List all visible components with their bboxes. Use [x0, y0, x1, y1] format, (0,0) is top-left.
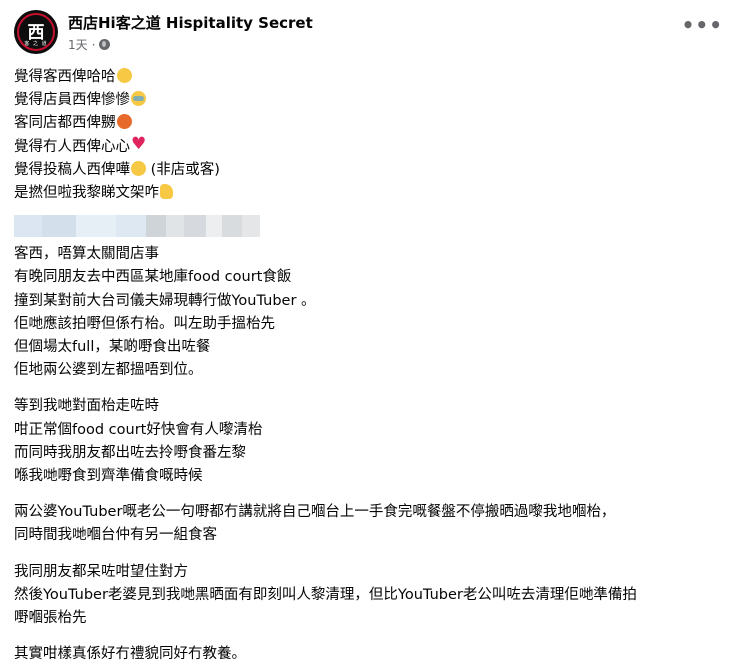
post-text-line: 佢地兩公婆到左都搵唔到位。: [14, 362, 203, 379]
avatar-logo-mark: 西: [27, 22, 45, 43]
post-line-1: 覺得客西俾哈哈: [14, 66, 737, 89]
post-text-line: 但個場太full，某啲嘢食出咗餐: [14, 339, 211, 356]
post-line-3: 客同店都西俾嬲: [14, 112, 737, 135]
paragraph-3: 兩公婆YouTuber嘅老公一句嘢都冇講就將自己嗰台上一手食完嘅餐盤不停搬晒過嚟…: [14, 501, 737, 547]
post-line-2: 覺得店員西俾慘慘: [14, 89, 737, 112]
globe-icon[interactable]: [99, 39, 111, 50]
page-name-link[interactable]: 西店Hi客之道 Hispitality Secret: [68, 14, 313, 33]
angry-emoji-icon: [116, 114, 132, 130]
meta-separator: ·: [91, 37, 96, 52]
post-text-line: 我同朋友都呆咗咁望住對方: [14, 563, 188, 580]
post-timestamp[interactable]: 1天: [68, 36, 88, 53]
thumbs-up-emoji-icon: [160, 184, 173, 200]
post-text-line: 有晚同朋友去中西區某地庫food court食飯: [14, 269, 292, 286]
page-avatar[interactable]: 西 客 之 道: [14, 10, 58, 54]
post-text-line: 然後YouTuber老婆見到我哋黑晒面有即刻叫人黎清理，但比YouTuber老公…: [14, 586, 637, 603]
post-meta: 1天 ·: [68, 36, 313, 53]
facebook-post: 西 客 之 道 西店Hi客之道 Hispitality Secret 1天 · …: [0, 0, 751, 662]
post-line-note: (非店或客): [150, 161, 220, 178]
post-line-text: 覺得冇人西俾心心: [14, 138, 130, 155]
post-text-line: 等到我哋對面枱走咗時: [14, 398, 159, 415]
pixelated-redaction: [14, 215, 737, 238]
paragraph-5: 其實咁樣真係好冇禮貌同好冇教養。: [14, 643, 737, 666]
post-body: 覺得客西俾哈哈 覺得店員西俾慘慘 客同店都西俾嬲 覺得冇人西俾心心 覺得投稿人西…: [14, 66, 737, 666]
post-line-text: 覺得店員西俾慘慘: [14, 92, 130, 109]
post-line-text: 覺得客西俾哈哈: [14, 69, 116, 85]
paragraph-4: 我同朋友都呆咗咁望住對方然後YouTuber老婆見到我哋黑晒面有即刻叫人黎清理，…: [14, 561, 737, 631]
post-line-text: 客同店都西俾嬲: [14, 115, 116, 132]
post-text-line: 咁正常個food court好快會有人嚟清枱: [14, 421, 263, 438]
post-text-line: 佢哋應該拍嘢但係冇枱。叫左助手搵枱先: [14, 315, 275, 332]
post-line-6: 是撚但啦我黎睇文架咋: [14, 182, 737, 205]
post-text-line: 而同時我朋友都出咗去拎嘢食番左黎: [14, 444, 246, 461]
post-text-line: 兩公婆YouTuber嘅老公一句嘢都冇講就將自己嗰台上一手食完嘅餐盤不停搬晒過嚟…: [14, 504, 616, 521]
heart-emoji-icon: [131, 133, 146, 156]
laughing-emoji-icon: [116, 68, 132, 83]
post-header: 西 客 之 道 西店Hi客之道 Hispitality Secret 1天 ·: [14, 10, 737, 66]
post-line-text: 覺得投稿人西俾嘩: [14, 161, 130, 178]
paragraph-2: 等到我哋對面枱走咗時咁正常個food court好快會有人嚟清枱 而同時我朋友都出…: [14, 395, 737, 488]
post-line-text: 是撚但啦我黎睇文架咋: [14, 185, 159, 202]
post-text-line: 喺我哋嘢食到齊準備食嘅時候: [14, 468, 203, 485]
header-text: 西店Hi客之道 Hispitality Secret 1天 ·: [68, 10, 313, 53]
surprised-emoji-icon: [131, 160, 146, 176]
post-text-line: 撞到某對前大台司儀夫婦現轉行做YouTuber 。: [14, 292, 316, 309]
paragraph-1: 客西，唔算太關間店事有晚同朋友去中西區某地庫food court食飯撞到某對前大…: [14, 243, 737, 382]
post-text-line: 嘢嗰張枱先: [14, 610, 87, 627]
avatar-logo-small-text: 客 之 道: [24, 41, 48, 47]
post-line-4: 覺得冇人西俾心心: [14, 133, 737, 159]
post-text-line: 客西，唔算太關間店事: [14, 246, 159, 263]
post-text-line: 同時間我哋嗰台仲有另一組食客: [14, 527, 217, 544]
crying-emoji-icon: [131, 91, 146, 107]
post-line-5: 覺得投稿人西俾嘩 (非店或客): [14, 159, 737, 182]
post-text-line: 其實咁樣真係好冇禮貌同好冇教養。: [14, 646, 246, 663]
more-options-button[interactable]: •••: [682, 15, 723, 35]
